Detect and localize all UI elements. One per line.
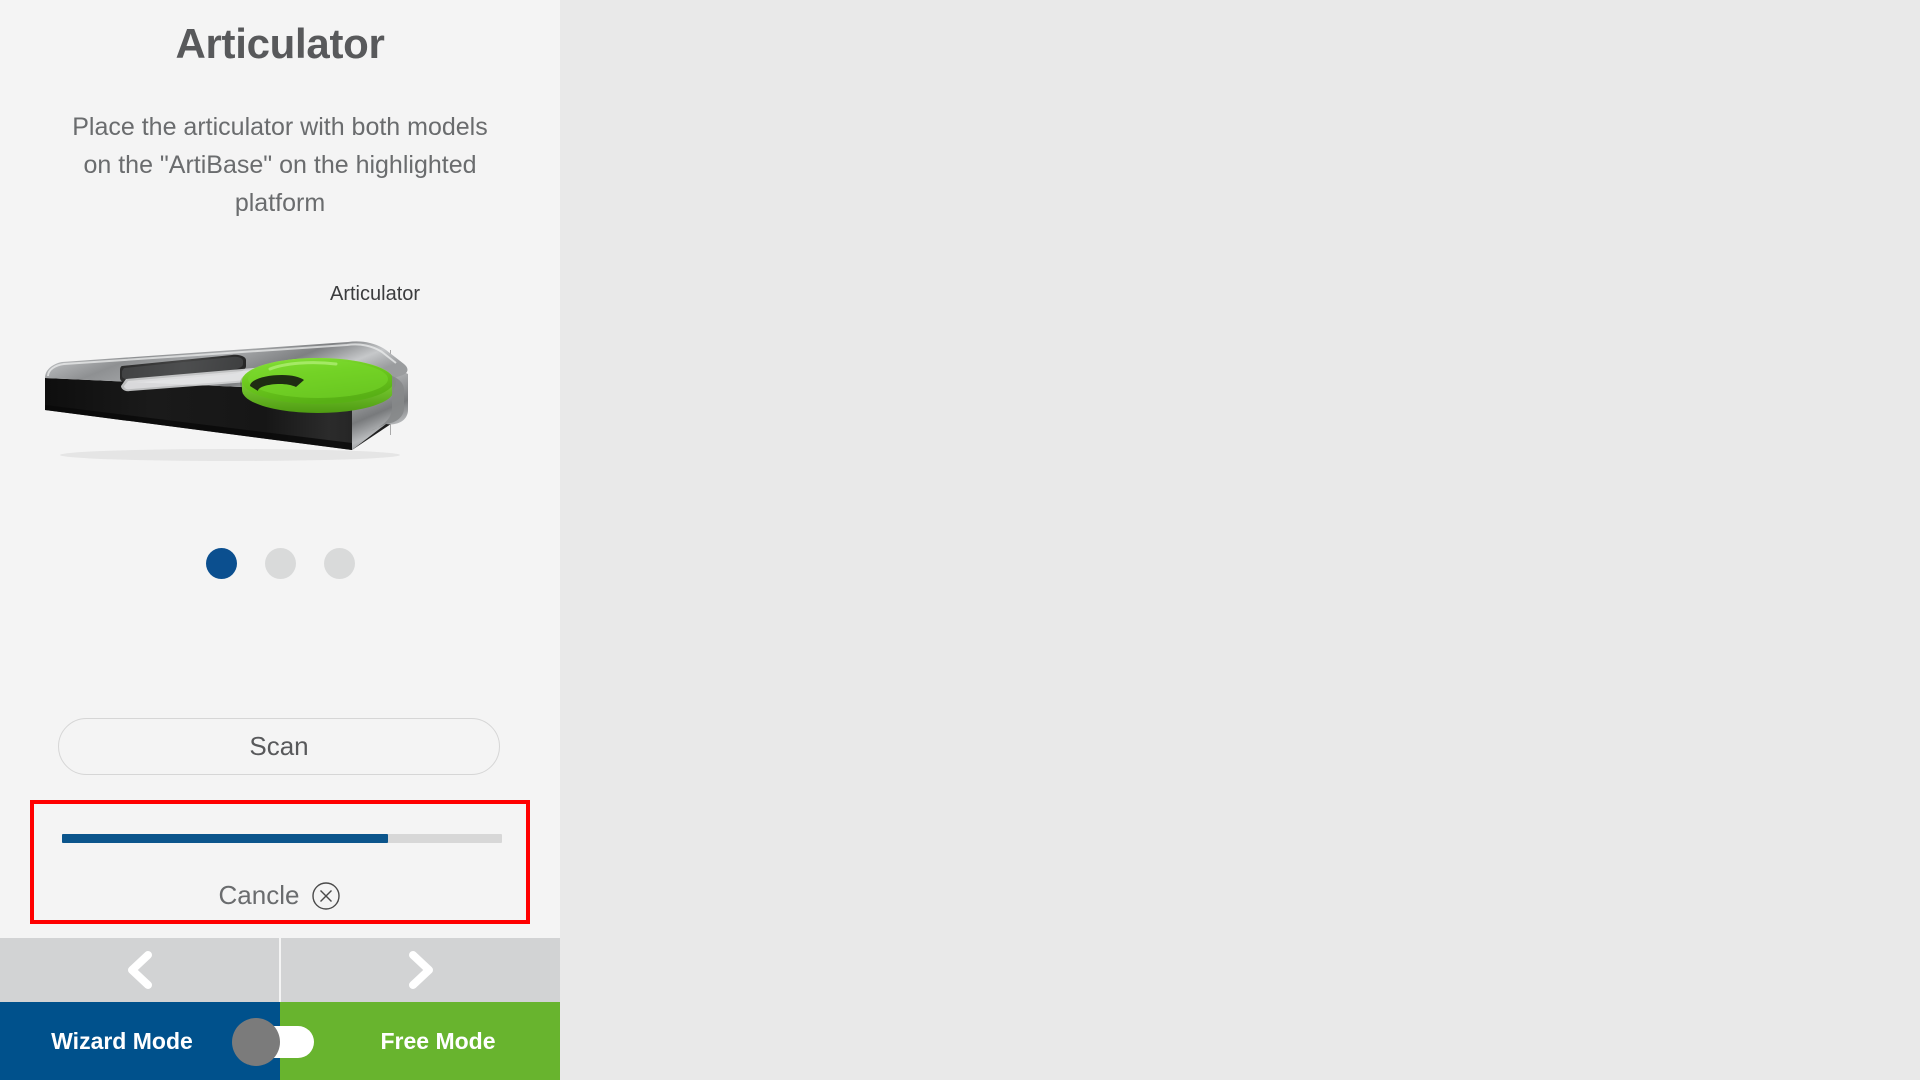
articulator-illustration: Articulator bbox=[0, 250, 560, 550]
progress-bar-track bbox=[62, 834, 502, 843]
wizard-panel: Articulator Place the articulator with b… bbox=[0, 0, 560, 1080]
mode-toggle-knob[interactable] bbox=[232, 1018, 280, 1066]
instruction-text: Place the articulator with both models o… bbox=[72, 113, 488, 217]
wizard-panel-content: Articulator Place the articulator with b… bbox=[0, 0, 560, 935]
cancel-button-label: Cancle bbox=[218, 880, 300, 910]
chevron-left-icon bbox=[127, 951, 152, 989]
cancel-button[interactable]: Cancle bbox=[34, 880, 526, 911]
pagination-dot-1[interactable] bbox=[205, 548, 237, 579]
progress-bar-fill bbox=[62, 834, 388, 843]
wizard-navigation bbox=[0, 938, 560, 1002]
artibase-scanner-plate-render bbox=[45, 341, 408, 461]
pagination-dot-3[interactable] bbox=[323, 548, 355, 579]
wizard-mode-label: Wizard Mode bbox=[51, 1027, 193, 1054]
page-title: Articulator bbox=[175, 20, 385, 67]
scan-button[interactable]: Scan bbox=[58, 718, 500, 775]
next-step-button[interactable] bbox=[281, 938, 560, 1002]
viewport-3d-workspace[interactable] bbox=[560, 0, 1920, 1080]
free-mode-label: Free Mode bbox=[380, 1027, 496, 1054]
circle-x-icon[interactable] bbox=[311, 881, 341, 911]
scan-progress-region: Cancle bbox=[30, 800, 530, 924]
free-mode-section[interactable]: Free Mode bbox=[280, 1002, 560, 1080]
pagination-dot-2[interactable] bbox=[264, 548, 296, 579]
app-root: Articulator Place the articulator with b… bbox=[0, 0, 1920, 1080]
chevron-right-icon bbox=[408, 951, 433, 989]
previous-step-button[interactable] bbox=[0, 938, 279, 1002]
pagination-dots[interactable] bbox=[0, 548, 560, 579]
